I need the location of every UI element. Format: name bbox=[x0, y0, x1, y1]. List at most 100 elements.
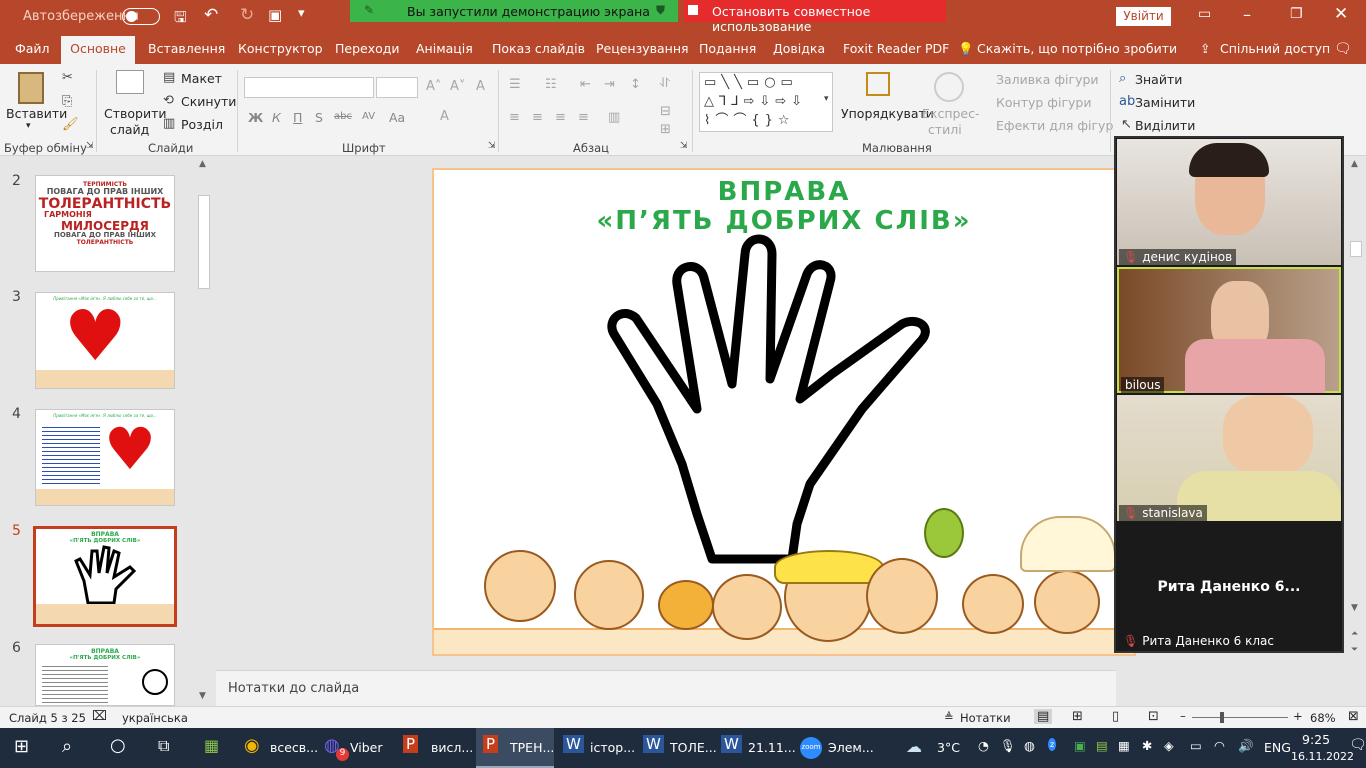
tray-app4-icon[interactable]: ◈ bbox=[1164, 738, 1174, 753]
slide-thumbnail-3[interactable]: Привітання «Моє ім'я». Я люблю себе за т… bbox=[35, 292, 175, 389]
battery-icon[interactable]: ▭ bbox=[1190, 738, 1202, 753]
smartart-icon[interactable]: ⊞ bbox=[660, 122, 671, 137]
scroll-up-icon[interactable]: ▲ bbox=[199, 159, 206, 169]
case-button[interactable]: Aa bbox=[389, 110, 405, 125]
numbering-icon[interactable]: ☷ bbox=[545, 77, 557, 92]
tab-view[interactable]: Подання bbox=[699, 41, 756, 56]
slide-thumbnail-5[interactable]: ВПРАВА «П'ЯТЬ ДОБРИХ СЛІВ» bbox=[33, 526, 177, 627]
paste-icon[interactable] bbox=[18, 72, 44, 104]
present-icon[interactable]: ▣ bbox=[268, 6, 282, 24]
slide-thumbnail-6[interactable]: ВПРАВА «П'ЯТЬ ДОБРИХ СЛІВ» bbox=[35, 644, 175, 706]
video-tile-4[interactable]: Рита Даненко 6... 🎙 Рита Даненко 6 клас bbox=[1117, 523, 1341, 651]
scroll-down-icon[interactable]: ▼ bbox=[199, 691, 206, 701]
scroll-down-icon[interactable]: ▼ bbox=[1351, 603, 1358, 613]
tab-file[interactable]: Файл bbox=[15, 41, 50, 56]
bold-button[interactable]: Ж bbox=[248, 110, 263, 125]
zoom-slider-thumb[interactable] bbox=[1220, 712, 1224, 723]
slide-counter[interactable]: Слайд 5 з 25 bbox=[9, 711, 86, 725]
find-button[interactable]: Знайти bbox=[1135, 72, 1182, 87]
maximize-icon[interactable]: ❐ bbox=[1290, 6, 1303, 22]
close-icon[interactable]: ✕ bbox=[1334, 4, 1348, 24]
font-launcher-icon[interactable]: ⇲ bbox=[488, 141, 496, 151]
align-text-icon[interactable]: ⊟ bbox=[660, 104, 671, 119]
paragraph-launcher-icon[interactable]: ⇲ bbox=[680, 141, 688, 151]
tab-animations[interactable]: Анімація bbox=[416, 41, 473, 56]
fit-slide-icon[interactable]: ⊠ bbox=[1348, 709, 1359, 724]
clock-date[interactable]: 16.11.2022 bbox=[1291, 750, 1354, 763]
taskbar-item-word3[interactable]: 21.11... bbox=[748, 740, 796, 755]
font-size-input[interactable] bbox=[376, 77, 418, 98]
increase-indent-icon[interactable]: ⇥ bbox=[604, 77, 615, 92]
volume-icon[interactable]: 🔊 bbox=[1238, 738, 1254, 754]
paste-button[interactable]: Вставити bbox=[6, 106, 67, 121]
tab-help[interactable]: Довідка bbox=[773, 41, 825, 56]
shapes-gallery[interactable]: ▭╲╲▭○▭ △⅂⅃⇨⇩⇨⇩ ⌇⌒⌒{}☆ bbox=[699, 72, 833, 132]
next-slide-icon[interactable]: ⏷ bbox=[1351, 645, 1358, 655]
wifi-icon[interactable]: ◠ bbox=[1214, 738, 1225, 753]
save-icon[interactable]: 🖫 bbox=[174, 7, 187, 32]
notifications-icon[interactable]: 🗨 bbox=[1349, 737, 1366, 753]
columns-icon[interactable]: ▥ bbox=[608, 110, 620, 125]
taskbar-item-ppt2[interactable]: ТРЕН... bbox=[510, 740, 554, 755]
underline-button[interactable]: П bbox=[293, 110, 302, 125]
zoom-slider[interactable] bbox=[1192, 717, 1288, 718]
customize-qat-icon[interactable]: ▾ bbox=[298, 6, 305, 21]
spacing-button[interactable]: AV bbox=[362, 111, 375, 122]
windows-start-icon[interactable]: ⊞ bbox=[14, 736, 29, 757]
taskbar-item-ppt1[interactable]: висл... bbox=[431, 740, 473, 755]
tab-foxit[interactable]: Foxit Reader PDF bbox=[843, 41, 949, 56]
clock-time[interactable]: 9:25 bbox=[1302, 732, 1330, 747]
weather-icon[interactable]: ☁ bbox=[906, 737, 922, 756]
tab-transitions[interactable]: Переходи bbox=[335, 41, 400, 56]
dialog-launcher-icon[interactable]: ⇲ bbox=[86, 141, 94, 151]
stop-share-button[interactable]: Остановить совместное использование bbox=[684, 0, 946, 34]
copy-icon[interactable]: ⎘ bbox=[62, 94, 72, 109]
reset-button[interactable]: Скинути bbox=[181, 94, 236, 109]
text-direction-icon[interactable]: ⥯ bbox=[660, 76, 670, 91]
slide-thumbnail-2[interactable]: ТЕРПИМІСТЬ ПОВАГА ДО ПРАВ ІНШИХ ТОЛЕРАНТ… bbox=[35, 175, 175, 272]
quick-styles-label2[interactable]: стилі bbox=[928, 122, 962, 137]
new-slide-label2[interactable]: слайд bbox=[110, 122, 149, 137]
search-icon[interactable]: ⌕ bbox=[62, 736, 72, 757]
tray-app2-icon[interactable]: ▤ bbox=[1096, 738, 1108, 753]
current-slide[interactable]: ВПРАВА «П’ЯТЬ ДОБРИХ СЛІВ» bbox=[432, 168, 1136, 656]
slideshow-view-icon[interactable]: ⊡ bbox=[1148, 709, 1159, 724]
strike-button[interactable]: abc bbox=[334, 111, 352, 122]
taskbar-item-zoom[interactable]: Элем... bbox=[828, 740, 874, 755]
decrease-indent-icon[interactable]: ⇤ bbox=[580, 77, 591, 92]
comments-icon[interactable]: 🗨 bbox=[1334, 41, 1352, 57]
taskbar-item-viber[interactable]: Viber bbox=[350, 740, 383, 755]
microphone-icon[interactable]: 🎙 bbox=[1000, 738, 1016, 754]
share-button[interactable]: Спільний доступ bbox=[1220, 41, 1330, 56]
tray-app3-icon[interactable]: ▦ bbox=[1118, 738, 1130, 753]
normal-view-icon[interactable]: ▤ bbox=[1034, 709, 1053, 724]
minimize-icon[interactable]: – bbox=[1243, 5, 1251, 24]
tray-icon[interactable]: ◔ bbox=[978, 738, 989, 753]
font-color-icon[interactable]: A bbox=[440, 109, 449, 124]
tab-home[interactable]: Основне bbox=[61, 36, 135, 64]
redo-icon[interactable]: ↻ bbox=[240, 5, 254, 25]
input-language[interactable]: ENG bbox=[1264, 740, 1291, 755]
line-spacing-icon[interactable]: ↕ bbox=[630, 77, 641, 92]
signin-button[interactable]: Увійти bbox=[1116, 7, 1171, 26]
slide-thumbnail-4[interactable]: Привітання «Моє ім'я». Я люблю себе за т… bbox=[35, 409, 175, 506]
zoom-in-icon[interactable]: + bbox=[1293, 709, 1303, 723]
tab-insert[interactable]: Вставлення bbox=[148, 41, 225, 56]
zoom-out-icon[interactable]: – bbox=[1180, 709, 1186, 723]
chevron-down-icon[interactable]: ▾ bbox=[26, 121, 31, 131]
ribbon-display-icon[interactable]: ▭ bbox=[1198, 6, 1211, 22]
language-label[interactable]: українська bbox=[122, 711, 188, 725]
undo-icon[interactable]: ↶ bbox=[204, 5, 218, 25]
notes-pane[interactable]: Нотатки до слайда bbox=[216, 670, 1116, 706]
notes-toggle-button[interactable]: Нотатки bbox=[960, 711, 1011, 725]
align-left-icon[interactable]: ≡ bbox=[509, 110, 520, 125]
quick-styles-button[interactable]: Експрес- bbox=[922, 106, 980, 121]
video-tile-1[interactable]: 🎙 денис кудінов bbox=[1117, 139, 1341, 265]
replace-button[interactable]: Замінити bbox=[1135, 95, 1195, 110]
zoom-level[interactable]: 68% bbox=[1310, 711, 1336, 725]
clear-format-icon[interactable]: A bbox=[476, 79, 485, 94]
task-view-icon[interactable]: ⧉ bbox=[158, 736, 169, 756]
arrange-button[interactable]: Упорядкувати bbox=[841, 106, 934, 121]
shape-effects-button[interactable]: Ефекти для фігур bbox=[996, 118, 1113, 133]
weather-temp[interactable]: 3°C bbox=[937, 740, 960, 755]
